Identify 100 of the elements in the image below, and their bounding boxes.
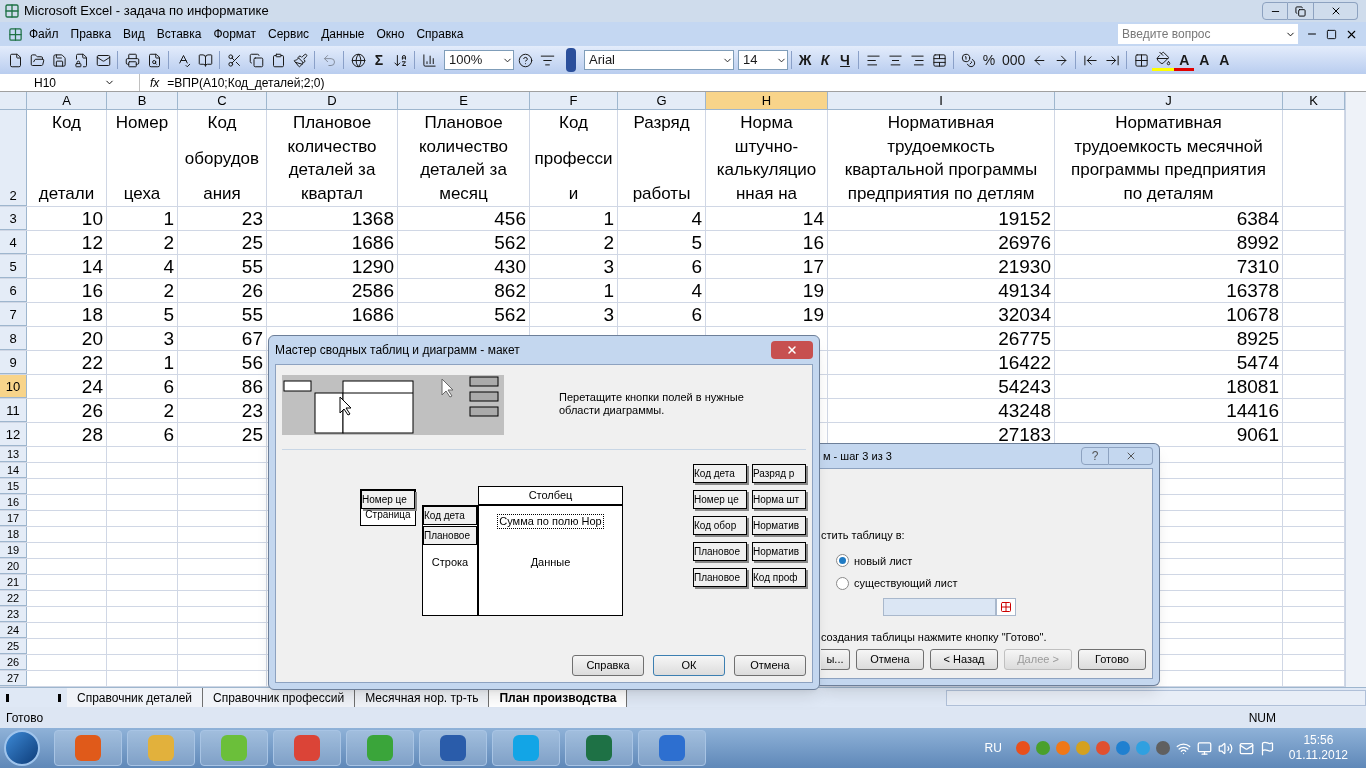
- zoom-dropdown[interactable]: 100%: [444, 50, 514, 70]
- row-header[interactable]: 21: [0, 575, 27, 590]
- row-header[interactable]: 18: [0, 527, 27, 542]
- dropdown-button[interactable]: [1282, 24, 1298, 44]
- row-header[interactable]: 23: [0, 607, 27, 622]
- grow-font-button[interactable]: A: [1194, 49, 1215, 71]
- menu-item[interactable]: Сервис: [262, 25, 316, 43]
- tray-icon[interactable]: [1155, 741, 1170, 755]
- restore-button[interactable]: [1288, 2, 1314, 20]
- dialog-button[interactable]: Справка: [572, 655, 644, 676]
- column-header[interactable]: H: [706, 92, 828, 110]
- volume-icon[interactable]: [1217, 740, 1233, 756]
- menu-item[interactable]: Файл: [23, 25, 65, 43]
- flag-icon[interactable]: [1259, 740, 1275, 756]
- row-header[interactable]: 4: [0, 231, 27, 254]
- menu-item[interactable]: Вид: [117, 25, 151, 43]
- row-header[interactable]: 24: [0, 623, 27, 638]
- mail-icon[interactable]: [1238, 740, 1254, 756]
- network-icon[interactable]: [1175, 740, 1191, 756]
- row-header[interactable]: 11: [0, 399, 27, 422]
- autosum-button[interactable]: Σ: [369, 49, 389, 71]
- close-button[interactable]: [771, 341, 813, 359]
- radio-button[interactable]: [836, 554, 849, 568]
- start-button[interactable]: [4, 730, 40, 766]
- wizard-button[interactable]: ы...: [821, 649, 850, 670]
- row-header[interactable]: 6: [0, 279, 27, 302]
- row-header[interactable]: 25: [0, 639, 27, 654]
- row-header[interactable]: 5: [0, 255, 27, 278]
- wizard-button[interactable]: < Назад: [930, 649, 998, 670]
- help-button[interactable]: ?: [1081, 447, 1109, 465]
- range-picker-icon[interactable]: [996, 597, 1016, 616]
- row-header[interactable]: 17: [0, 511, 27, 526]
- row-header[interactable]: 9: [0, 351, 27, 374]
- column-header[interactable]: I: [828, 92, 1055, 110]
- field-button[interactable]: Код обор: [693, 516, 747, 535]
- row-header[interactable]: 8: [0, 327, 27, 350]
- dialog-button[interactable]: Отмена: [734, 655, 806, 676]
- function-button[interactable]: fx: [150, 73, 160, 92]
- restore-icon[interactable]: [1326, 28, 1337, 40]
- help-search-field[interactable]: Введите вопрос: [1118, 24, 1282, 44]
- data-field-button[interactable]: Сумма по полю Нор: [497, 514, 604, 529]
- font-dropdown[interactable]: Arial: [584, 50, 734, 70]
- font-size-dropdown[interactable]: 14: [738, 50, 788, 70]
- field-button[interactable]: Разряд р: [752, 464, 806, 483]
- thousands-button[interactable]: 000: [999, 49, 1029, 71]
- column-header[interactable]: E: [398, 92, 530, 110]
- row-header[interactable]: 22: [0, 591, 27, 606]
- row-header[interactable]: 10: [0, 375, 27, 398]
- workbook-icon[interactable]: [8, 26, 23, 42]
- radio-button[interactable]: [836, 576, 849, 590]
- field-button[interactable]: Плановое: [693, 568, 747, 587]
- menu-item[interactable]: Справка: [410, 25, 470, 43]
- field-button[interactable]: Код проф: [752, 568, 806, 587]
- horizontal-scrollbar[interactable]: [946, 689, 1366, 706]
- row-header[interactable]: 13: [0, 447, 27, 462]
- field-button[interactable]: Норма шт: [752, 490, 806, 509]
- row-header[interactable]: 19: [0, 543, 27, 558]
- fill-color-icon[interactable]: [1152, 49, 1175, 71]
- field-button[interactable]: Плановое: [693, 542, 747, 561]
- row-header[interactable]: 27: [0, 671, 27, 686]
- wizard-button[interactable]: Отмена: [856, 649, 924, 670]
- column-header[interactable]: C: [178, 92, 267, 110]
- row-header[interactable]: 26: [0, 655, 27, 670]
- row-header[interactable]: 3: [0, 207, 27, 230]
- percent-button[interactable]: %: [979, 49, 999, 71]
- row-header[interactable]: 16: [0, 495, 27, 510]
- row-header[interactable]: 14: [0, 463, 27, 478]
- row-header[interactable]: 15: [0, 479, 27, 494]
- column-header[interactable]: B: [107, 92, 178, 110]
- row-field-button[interactable]: Плановое: [423, 526, 477, 545]
- display-icon[interactable]: [1196, 740, 1212, 756]
- field-button[interactable]: Код дета: [693, 464, 747, 483]
- sheet-tab[interactable]: Справочник деталей: [67, 688, 204, 707]
- field-button[interactable]: Номер це: [693, 490, 747, 509]
- formula-field[interactable]: =ВПР(A10;Код_деталей;2;0): [167, 73, 325, 92]
- column-header[interactable]: F: [530, 92, 618, 110]
- font-color-button[interactable]: A: [1174, 49, 1195, 71]
- menu-item[interactable]: Данные: [315, 25, 371, 43]
- field-button[interactable]: Норматив: [752, 516, 806, 535]
- bold-button[interactable]: Ж: [795, 49, 815, 71]
- vertical-scrollbar[interactable]: [1345, 92, 1366, 687]
- menu-item[interactable]: Окно: [370, 25, 411, 43]
- row-header[interactable]: 2: [0, 110, 27, 206]
- row-header[interactable]: 20: [0, 559, 27, 574]
- name-box[interactable]: H10: [0, 74, 140, 91]
- wizard-button[interactable]: Готово: [1078, 649, 1146, 670]
- row-header[interactable]: 12: [0, 423, 27, 446]
- field-button[interactable]: Норматив: [752, 542, 806, 561]
- menu-item[interactable]: Формат: [207, 25, 263, 43]
- location-field[interactable]: [883, 597, 996, 616]
- shrink-font-button[interactable]: A: [1214, 49, 1235, 71]
- row-field-button[interactable]: Код дета: [423, 506, 477, 525]
- dialog-button[interactable]: ОК: [653, 655, 725, 676]
- page-field-button[interactable]: Номер це: [361, 490, 415, 509]
- column-header[interactable]: A: [27, 92, 107, 110]
- italic-button[interactable]: К: [815, 49, 835, 71]
- column-header[interactable]: D: [267, 92, 398, 110]
- sheet-tab[interactable]: Справочник профессий: [203, 688, 356, 707]
- row-header[interactable]: 7: [0, 303, 27, 326]
- menu-item[interactable]: Вставка: [150, 25, 208, 43]
